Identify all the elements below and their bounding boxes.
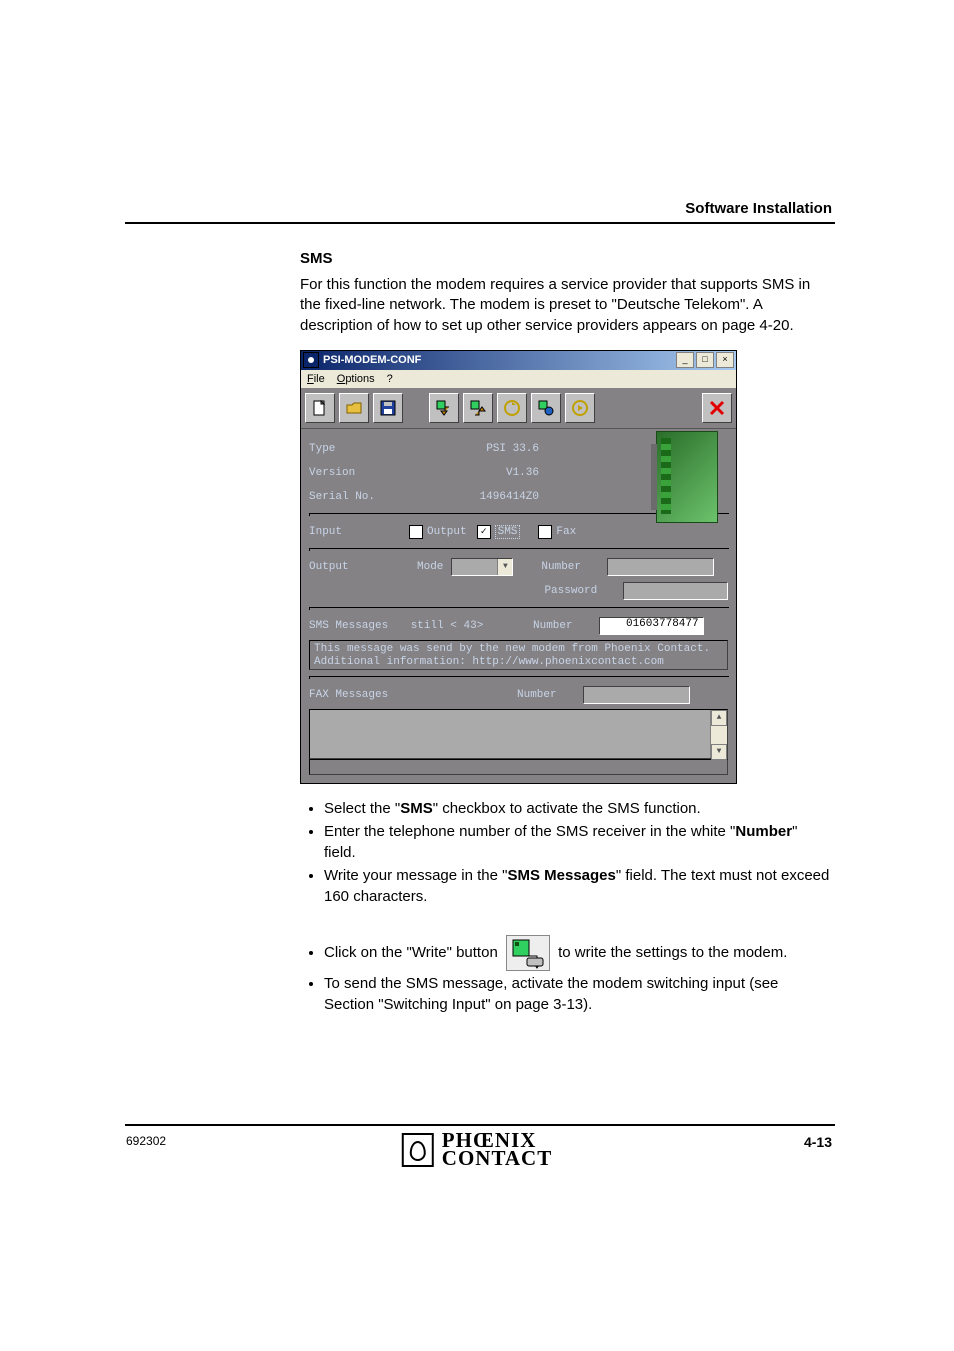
- input-label: Input: [309, 526, 409, 538]
- fax-label: FAX Messages: [309, 689, 509, 701]
- open-icon[interactable]: [339, 393, 369, 423]
- logo-icon: [402, 1133, 434, 1167]
- fax-checkbox[interactable]: [538, 525, 552, 539]
- scroll-down-icon[interactable]: ▼: [711, 744, 727, 760]
- type-value: PSI 33.6: [409, 443, 539, 455]
- section-intro: For this function the modem requires a s…: [300, 275, 830, 336]
- play-icon[interactable]: [565, 393, 595, 423]
- delete-icon[interactable]: [702, 393, 732, 423]
- brand-logo: PHŒNIXCONTACT: [402, 1132, 552, 1168]
- header-rule: [125, 222, 835, 224]
- sms-label: SMS Messages: [309, 620, 399, 632]
- toolbar: [301, 388, 736, 429]
- separator: [309, 607, 729, 610]
- close-button[interactable]: ×: [716, 352, 734, 368]
- serial-value: 1496414Z0: [409, 491, 539, 503]
- device-image: [656, 431, 718, 523]
- content-area: SMS For this function the modem requires…: [300, 250, 830, 1017]
- list-item: Select the "SMS" checkbox to activate th…: [324, 798, 830, 819]
- window-title: PSI-MODEM-CONF: [323, 354, 421, 366]
- write-icon[interactable]: [463, 393, 493, 423]
- separator: [309, 676, 729, 679]
- section-heading: SMS: [300, 250, 830, 267]
- list-item: To send the SMS message, activate the mo…: [324, 973, 830, 1015]
- menubar: File Options ?: [301, 370, 736, 388]
- menu-options[interactable]: Options: [337, 373, 375, 385]
- number-label: Number: [541, 561, 581, 573]
- new-icon[interactable]: [305, 393, 335, 423]
- password-field[interactable]: [623, 582, 728, 600]
- window-controls: _ □ ×: [676, 352, 736, 368]
- statusbar: [309, 759, 728, 775]
- type-label: Type: [309, 443, 409, 455]
- password-label: Password: [544, 585, 597, 597]
- output-cb-label: Output: [427, 526, 467, 538]
- sms-number-label: Number: [533, 620, 573, 632]
- write-button-icon: [506, 935, 550, 971]
- fax-cb-label: Fax: [556, 526, 576, 538]
- scrollbar[interactable]: ▲ ▼: [710, 710, 727, 758]
- serial-label: Serial No.: [309, 491, 409, 503]
- header-title: Software Installation: [685, 200, 832, 217]
- sms-remaining: still < 43>: [407, 620, 487, 632]
- footer-left: 692302: [126, 1134, 166, 1148]
- fax-number-field[interactable]: [583, 686, 690, 704]
- footer-rule: [125, 1124, 835, 1126]
- app-icon: [303, 352, 319, 368]
- separator: [309, 548, 729, 551]
- minimize-button[interactable]: _: [676, 352, 694, 368]
- scroll-up-icon[interactable]: ▲: [711, 710, 727, 726]
- menu-file[interactable]: File: [307, 373, 325, 385]
- mode-select[interactable]: ▼: [451, 558, 513, 576]
- list-item: Click on the "Write" button to write the…: [324, 935, 830, 971]
- app-window: PSI-MODEM-CONF _ □ × File Options ?: [300, 350, 737, 784]
- sms-checkbox[interactable]: ✓: [477, 525, 491, 539]
- maximize-button[interactable]: □: [696, 352, 714, 368]
- save-icon[interactable]: [373, 393, 403, 423]
- instructions: Select the "SMS" checkbox to activate th…: [300, 798, 830, 1015]
- fax-number-label: Number: [517, 689, 557, 701]
- sms-message-field[interactable]: This message was send by the new modem f…: [309, 640, 728, 670]
- sms-cb-label: SMS: [495, 525, 521, 539]
- fax-message-field[interactable]: ▲ ▼: [309, 709, 728, 759]
- menu-help[interactable]: ?: [387, 373, 393, 385]
- list-item: Write your message in the "SMS Messages"…: [324, 865, 830, 907]
- read-icon[interactable]: [429, 393, 459, 423]
- config-icon[interactable]: [531, 393, 561, 423]
- list-item: Enter the telephone number of the SMS re…: [324, 821, 830, 863]
- version-value: V1.36: [409, 467, 539, 479]
- output-label: Output: [309, 561, 409, 573]
- page-number: 4-13: [804, 1134, 832, 1150]
- titlebar: PSI-MODEM-CONF _ □ ×: [301, 351, 736, 370]
- mode-label: Mode: [417, 561, 443, 573]
- version-label: Version: [309, 467, 409, 479]
- sms-number-field[interactable]: 01603778477: [599, 617, 704, 635]
- output-number-field[interactable]: [607, 558, 714, 576]
- output-checkbox[interactable]: [409, 525, 423, 539]
- sync-icon[interactable]: [497, 393, 527, 423]
